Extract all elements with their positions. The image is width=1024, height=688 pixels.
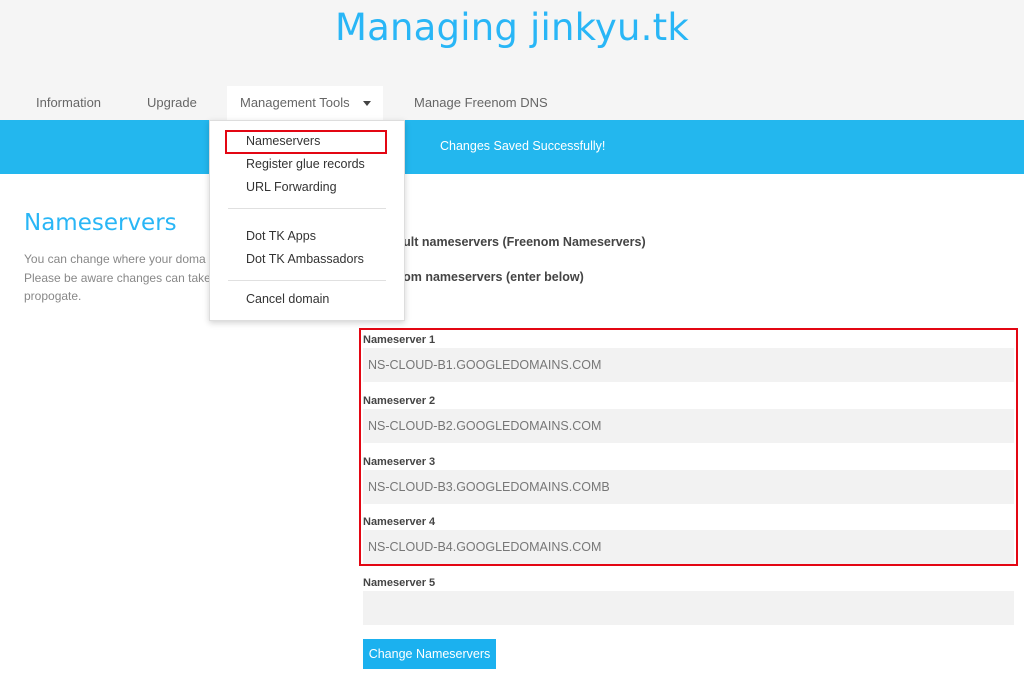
- menu-item-dot-tk-apps[interactable]: Dot TK Apps: [246, 229, 316, 243]
- menu-item-dot-tk-ambassadors[interactable]: Dot TK Ambassadors: [246, 252, 364, 266]
- tab-information[interactable]: Information: [36, 86, 101, 120]
- menu-item-url-forwarding[interactable]: URL Forwarding: [246, 180, 337, 194]
- tab-management-tools-label: Management Tools: [240, 95, 350, 110]
- section-description: You can change where your doma Please be…: [24, 250, 224, 306]
- domain-nav-tabs: Information Upgrade Management Tools Man…: [0, 86, 1024, 120]
- success-message: Changes Saved Successfully!: [440, 139, 606, 153]
- nameserver-2-input[interactable]: [363, 409, 1014, 443]
- nameserver-1-input[interactable]: [363, 348, 1014, 382]
- menu-divider: [228, 208, 386, 209]
- nameserver-5-input[interactable]: [363, 591, 1014, 625]
- menu-item-cancel-domain[interactable]: Cancel domain: [246, 292, 329, 306]
- tab-upgrade[interactable]: Upgrade: [147, 86, 197, 120]
- section-description-line: You can change where your doma: [24, 252, 206, 266]
- section-description-line: propogate.: [24, 289, 82, 303]
- nameserver-3-label: Nameserver 3: [363, 456, 436, 468]
- nameserver-3-input[interactable]: [363, 470, 1014, 504]
- success-banner: Changes Saved Successfully!: [0, 120, 1024, 174]
- nameserver-1-label: Nameserver 1: [363, 334, 436, 346]
- radio-default-label: e default nameservers (Freenom Nameserve…: [367, 235, 646, 249]
- tab-manage-freenom-dns[interactable]: Manage Freenom DNS: [414, 86, 548, 120]
- section-description-line: Please be aware changes can take: [24, 270, 211, 285]
- tab-management-tools[interactable]: Management Tools: [227, 86, 383, 120]
- menu-item-nameservers[interactable]: Nameservers: [246, 134, 320, 148]
- nameserver-4-input[interactable]: [363, 530, 1014, 564]
- nameserver-5-label: Nameserver 5: [363, 577, 436, 589]
- menu-item-register-glue-records[interactable]: Register glue records: [246, 157, 365, 171]
- menu-divider: [228, 280, 386, 281]
- page-header: Managing jinkyu.tk Information Upgrade M…: [0, 0, 1024, 120]
- management-tools-dropdown: Nameservers Register glue records URL Fo…: [209, 120, 405, 321]
- nameserver-4-label: Nameserver 4: [363, 516, 436, 528]
- section-title: Nameservers: [24, 210, 177, 236]
- change-nameservers-button[interactable]: Change Nameservers: [363, 639, 496, 669]
- page-title: Managing jinkyu.tk: [335, 6, 689, 49]
- caret-down-icon: [363, 101, 371, 106]
- radio-default-nameservers[interactable]: e default nameservers (Freenom Nameserve…: [367, 235, 646, 249]
- nameserver-2-label: Nameserver 2: [363, 395, 436, 407]
